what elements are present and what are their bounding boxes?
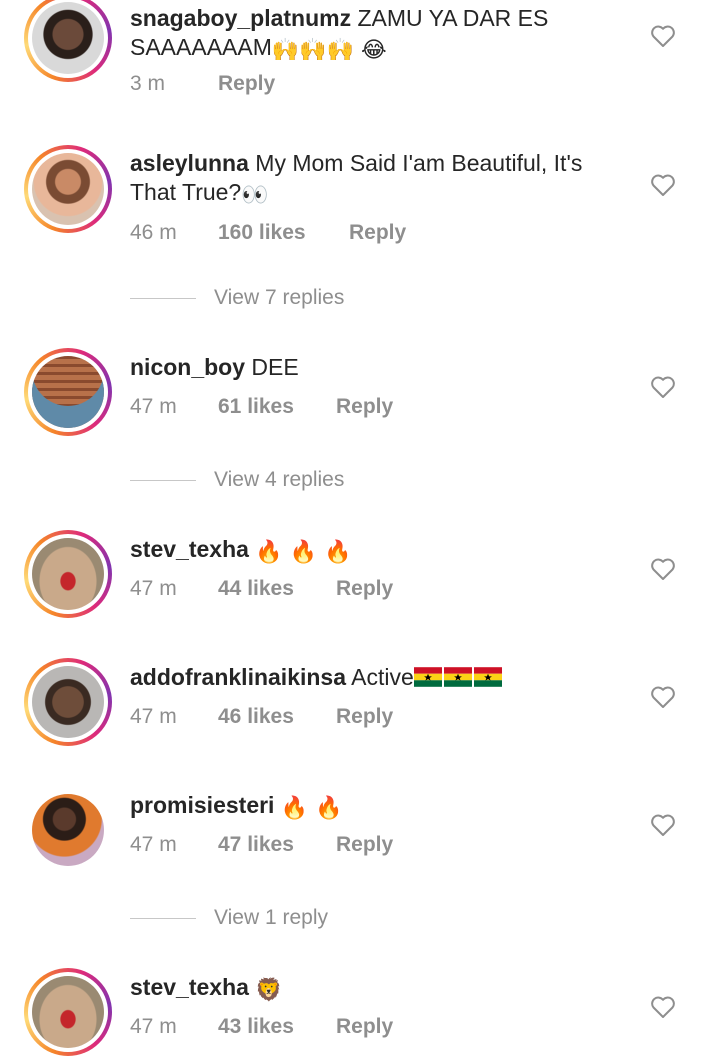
heart-outline-icon[interactable] bbox=[650, 24, 676, 48]
heart-outline-icon[interactable] bbox=[650, 173, 676, 197]
comment-username[interactable]: nicon_boy bbox=[130, 354, 245, 380]
reply-button[interactable]: Reply bbox=[336, 395, 393, 419]
like-count[interactable]: 43 likes bbox=[218, 1015, 336, 1039]
comment-username[interactable]: addofranklinaikinsa bbox=[130, 664, 346, 690]
avatar[interactable] bbox=[24, 348, 112, 436]
avatar[interactable] bbox=[24, 658, 112, 746]
reply-button[interactable]: Reply bbox=[336, 705, 393, 729]
heart-outline-icon[interactable] bbox=[650, 557, 676, 581]
reply-button[interactable]: Reply bbox=[218, 72, 275, 96]
avatar[interactable] bbox=[24, 145, 112, 233]
comment-emoji: 👀 bbox=[241, 183, 269, 208]
heart-outline-icon[interactable] bbox=[650, 995, 676, 1019]
comment-username[interactable]: stev_texha bbox=[130, 974, 249, 1000]
reply-button[interactable]: Reply bbox=[336, 833, 393, 857]
ghana-flag-emoji bbox=[413, 667, 442, 687]
comment-username[interactable]: snagaboy_platnumz bbox=[130, 5, 351, 31]
comment-time: 47 m bbox=[130, 1015, 177, 1038]
comment-text: DEE bbox=[251, 354, 299, 380]
comment-emoji: 🙌🙌🙌 😂 bbox=[271, 38, 387, 63]
replies-divider bbox=[130, 479, 196, 481]
comment-time: 47 m bbox=[130, 577, 177, 600]
comment-time: 46 m bbox=[130, 221, 177, 244]
view-replies-label: View 7 replies bbox=[214, 286, 345, 309]
like-count[interactable]: 46 likes bbox=[218, 705, 336, 729]
comment-emoji: 🔥 🔥 🔥 bbox=[255, 540, 352, 565]
comment-emoji: 🦁 bbox=[255, 978, 283, 1003]
like-count[interactable]: 47 likes bbox=[218, 833, 336, 857]
heart-outline-icon[interactable] bbox=[650, 813, 676, 837]
like-count[interactable]: 44 likes bbox=[218, 577, 336, 601]
like-count[interactable]: 61 likes bbox=[218, 395, 336, 419]
comment-username[interactable]: asleylunna bbox=[130, 150, 249, 176]
ghana-flag-emoji-group bbox=[413, 664, 504, 690]
heart-outline-icon[interactable] bbox=[650, 685, 676, 709]
comment-time: 47 m bbox=[130, 395, 177, 418]
replies-divider bbox=[130, 297, 196, 299]
ghana-flag-emoji bbox=[443, 667, 472, 687]
like-count[interactable]: 160 likes bbox=[218, 221, 349, 245]
comment-time: 3 m bbox=[130, 72, 166, 95]
comment-time: 47 m bbox=[130, 705, 177, 728]
comment-text: Active bbox=[351, 664, 414, 690]
comment-username[interactable]: promisiesteri bbox=[130, 792, 274, 818]
view-replies-button[interactable]: View 4 replies bbox=[130, 468, 344, 492]
comment-time: 47 m bbox=[130, 833, 177, 856]
avatar[interactable] bbox=[24, 0, 112, 82]
view-replies-label: View 1 reply bbox=[214, 906, 329, 929]
avatar[interactable] bbox=[24, 530, 112, 618]
comment-emoji: 🔥 🔥 bbox=[280, 796, 343, 821]
heart-outline-icon[interactable] bbox=[650, 375, 676, 399]
avatar[interactable] bbox=[24, 786, 112, 874]
reply-button[interactable]: Reply bbox=[336, 577, 393, 601]
view-replies-button[interactable]: View 7 replies bbox=[130, 286, 344, 310]
ghana-flag-emoji bbox=[473, 667, 502, 687]
comment-username[interactable]: stev_texha bbox=[130, 536, 249, 562]
replies-divider bbox=[130, 917, 196, 919]
view-replies-button[interactable]: View 1 reply bbox=[130, 906, 328, 930]
reply-button[interactable]: Reply bbox=[336, 1015, 393, 1039]
view-replies-label: View 4 replies bbox=[214, 468, 345, 491]
reply-button[interactable]: Reply bbox=[349, 221, 406, 245]
